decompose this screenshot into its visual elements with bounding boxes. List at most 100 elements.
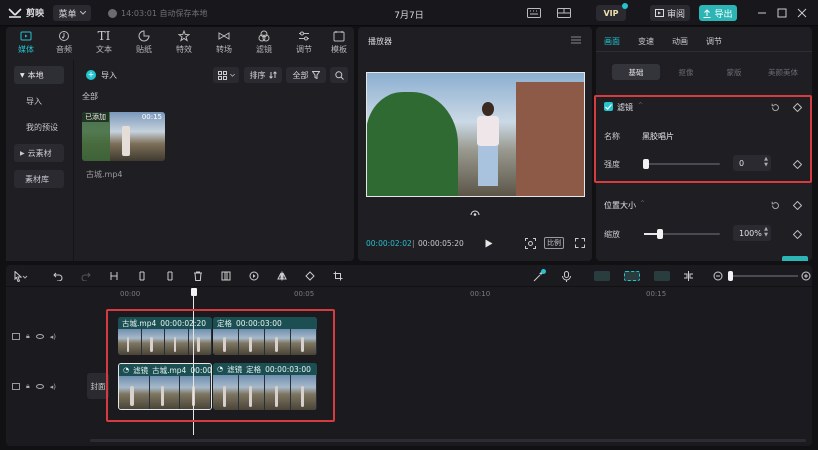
select-tool-icon[interactable] bbox=[12, 270, 30, 282]
linkage-icon[interactable] bbox=[654, 271, 670, 281]
keyboard-icon[interactable] bbox=[526, 7, 542, 19]
tab-audio[interactable]: 音频 bbox=[46, 29, 82, 57]
zoom-out-icon[interactable] bbox=[712, 270, 724, 282]
import-label: 导入 bbox=[101, 70, 117, 80]
mirror-icon[interactable] bbox=[276, 270, 288, 282]
search-button[interactable] bbox=[330, 67, 348, 83]
tab-label: 贴纸 bbox=[136, 45, 152, 54]
menu-lines-icon[interactable] bbox=[570, 34, 582, 46]
crop-icon[interactable] bbox=[332, 270, 344, 282]
sidebar-item-library[interactable]: 素材库 bbox=[14, 170, 64, 188]
scale-slider-thumb[interactable] bbox=[657, 229, 663, 239]
scale-input[interactable]: 100% ▲ ▼ bbox=[733, 225, 771, 241]
view-toggle-button[interactable] bbox=[213, 67, 239, 83]
subtab-basic[interactable]: 基础 bbox=[612, 64, 660, 80]
maximize-icon[interactable] bbox=[776, 7, 788, 19]
delete-icon[interactable] bbox=[192, 270, 204, 282]
media-thumbnail[interactable]: 已添加 00:15 bbox=[82, 112, 165, 161]
review-label: 审阅 bbox=[666, 9, 685, 20]
tab-adjust[interactable]: 调节 bbox=[286, 29, 322, 57]
rotate-icon[interactable] bbox=[304, 270, 316, 282]
tab-media[interactable]: 媒体 bbox=[8, 29, 44, 57]
speaker-icon[interactable]: ◂) bbox=[50, 333, 56, 341]
tab-animation[interactable]: 动画 bbox=[672, 36, 688, 47]
reset-icon[interactable] bbox=[770, 200, 780, 210]
minimize-icon[interactable] bbox=[756, 7, 768, 19]
keyframe-icon[interactable] bbox=[792, 229, 802, 239]
video-preview[interactable] bbox=[366, 72, 585, 197]
ratio-button[interactable]: 比例 bbox=[544, 237, 564, 249]
zoom-in-icon[interactable] bbox=[800, 270, 812, 282]
trim-left-icon[interactable] bbox=[136, 270, 148, 282]
fullscreen-icon[interactable] bbox=[574, 237, 586, 249]
tab-picture[interactable]: 画面 bbox=[604, 36, 620, 47]
toggle-switch-partial[interactable] bbox=[782, 256, 808, 261]
tab-sticker[interactable]: 贴纸 bbox=[126, 29, 162, 57]
tab-template[interactable]: 模板 bbox=[324, 29, 354, 57]
caret-icon: ^ bbox=[640, 200, 646, 207]
stepper-icon[interactable]: ▲ ▼ bbox=[764, 226, 768, 238]
notification-dot bbox=[541, 269, 546, 274]
audio-icon bbox=[59, 31, 69, 41]
preview-axis-icon[interactable] bbox=[682, 270, 694, 282]
lock-icon[interactable]: 🔒︎ bbox=[26, 332, 30, 341]
autosave-status: 14:03:01 自动保存本地 bbox=[108, 8, 207, 19]
export-button[interactable]: 导出 bbox=[699, 5, 737, 21]
upload-icon bbox=[703, 8, 711, 18]
tab-label: 转场 bbox=[216, 45, 232, 54]
tab-transition[interactable]: 转场 bbox=[206, 29, 242, 57]
split-icon[interactable] bbox=[108, 270, 120, 282]
playhead-handle[interactable] bbox=[191, 288, 197, 296]
tab-filter[interactable]: 滤镜 bbox=[246, 29, 282, 57]
zoom-slider-track[interactable] bbox=[728, 275, 798, 277]
horizontal-scrollbar[interactable] bbox=[90, 439, 806, 442]
subtab-keying[interactable]: 抠像 bbox=[662, 64, 710, 80]
microphone-icon[interactable] bbox=[560, 270, 572, 282]
subtab-beauty[interactable]: 美颜美体 bbox=[758, 64, 808, 80]
tab-speed[interactable]: 变速 bbox=[638, 36, 654, 47]
eye-icon[interactable] bbox=[35, 384, 44, 389]
tab-effects[interactable]: 特效 bbox=[166, 29, 202, 57]
redo-icon[interactable] bbox=[80, 270, 92, 282]
speaker-icon[interactable]: ◂) bbox=[50, 383, 56, 391]
undo-icon[interactable] bbox=[52, 270, 64, 282]
tab-label: 特效 bbox=[176, 45, 192, 54]
sort-button[interactable]: 排序 bbox=[244, 67, 282, 83]
caret-down-icon: ▼ bbox=[20, 71, 25, 79]
layout-icon[interactable] bbox=[556, 7, 572, 19]
lock-icon[interactable]: 🔒︎ bbox=[26, 382, 30, 391]
filter-icon bbox=[258, 30, 270, 42]
sidebar-item-local[interactable]: ▼ 本地 bbox=[14, 66, 64, 84]
clip-name: 古城.mp4 bbox=[86, 170, 123, 179]
subtab-mask[interactable]: 蒙版 bbox=[710, 64, 758, 80]
sidebar-item-cloud[interactable]: ▶ 云素材 bbox=[14, 144, 64, 162]
sidebar-item-presets[interactable]: 我的预设 bbox=[14, 118, 72, 136]
play-icon[interactable] bbox=[484, 238, 494, 248]
total-time: 00:00:05:20 bbox=[418, 239, 464, 248]
media-sidebar: ▼ 本地 导入 我的预设 ▶ 云素材 素材库 bbox=[6, 60, 74, 261]
link-main-track-icon[interactable] bbox=[594, 271, 610, 281]
ruler-tick-label: 00:00 bbox=[120, 290, 141, 298]
anchor-handle-icon[interactable] bbox=[469, 207, 481, 217]
thumbnail-person bbox=[122, 126, 130, 156]
import-button[interactable]: + 导入 bbox=[86, 67, 117, 83]
eye-icon[interactable] bbox=[35, 334, 44, 339]
tab-adjust-props[interactable]: 调节 bbox=[706, 36, 722, 47]
reverse-play-icon[interactable] bbox=[248, 270, 260, 282]
tab-text[interactable]: TI 文本 bbox=[86, 29, 122, 57]
filter-all-button[interactable]: 全部 bbox=[286, 67, 326, 83]
zoom-slider-thumb[interactable] bbox=[728, 271, 733, 281]
sidebar-item-import[interactable]: 导入 bbox=[14, 92, 64, 110]
keyframe-icon[interactable] bbox=[792, 200, 802, 210]
sidebar-item-label: 导入 bbox=[26, 96, 42, 106]
trim-right-icon[interactable] bbox=[164, 270, 176, 282]
vip-button[interactable]: VIP bbox=[596, 3, 628, 21]
fullscreen-fit-icon[interactable] bbox=[524, 237, 536, 249]
review-button[interactable]: 审阅 bbox=[650, 5, 690, 21]
menu-button[interactable]: 菜单 bbox=[53, 5, 91, 21]
close-icon[interactable] bbox=[796, 7, 808, 19]
magic-icon[interactable] bbox=[532, 269, 546, 283]
track-type-icon bbox=[12, 333, 20, 340]
freeze-frame-icon[interactable] bbox=[220, 270, 232, 282]
magnet-icon[interactable] bbox=[624, 271, 640, 281]
